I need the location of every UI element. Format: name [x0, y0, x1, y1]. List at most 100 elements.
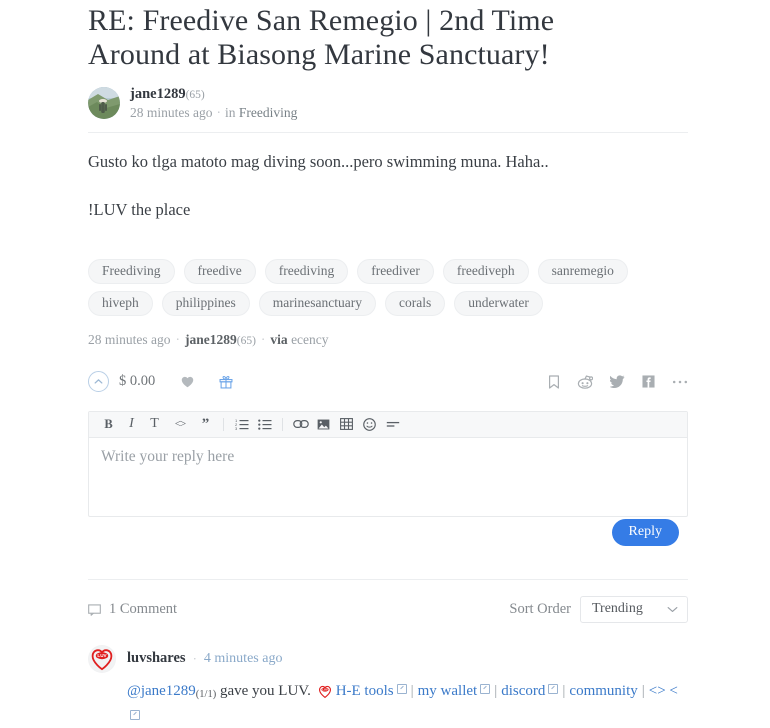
reddit-glyph [577, 375, 593, 389]
comment-link-discord[interactable]: discord [501, 683, 545, 699]
toolbar-divider [282, 417, 283, 431]
chevron-down-glyph [667, 606, 678, 612]
luv-heart-icon: LUV [89, 645, 115, 672]
in-label: in [225, 104, 236, 120]
facebook-icon[interactable] [642, 375, 655, 388]
comment-link-my-wallet[interactable]: my wallet [418, 683, 478, 699]
twitter-icon[interactable] [610, 375, 625, 389]
unordered-list-icon[interactable] [253, 413, 276, 436]
bold-icon[interactable]: B [97, 413, 120, 436]
reply-editor: B I T <> ” 1 2 3 Write your reply here [88, 410, 688, 517]
tag-item[interactable]: hiveph [88, 290, 153, 316]
table-icon[interactable] [335, 413, 358, 436]
author-reputation: (65) [185, 89, 205, 101]
via-app[interactable]: ecency [291, 332, 328, 347]
link-separator: | [562, 682, 566, 699]
code-icon[interactable]: <> [166, 413, 194, 436]
author-meta: jane1289(65) 28 minutes ago · in Freedivin… [130, 86, 297, 120]
post-footer-reputation: (65) [236, 334, 256, 347]
toolbar-divider [223, 417, 224, 431]
page-title: RE: Freedive San Remegio | 2nd Time Arou… [88, 4, 555, 71]
italic-icon[interactable]: I [120, 413, 143, 436]
editor-toolbar: B I T <> ” 1 2 3 [89, 411, 687, 438]
bookmark-icon[interactable] [548, 375, 560, 389]
comment-author[interactable]: luvshares [127, 650, 186, 667]
comment-link-code[interactable]: <> [649, 683, 666, 699]
sort-order-control: Sort Order Trending [509, 596, 688, 624]
sort-order-value: Trending [592, 601, 643, 617]
reply-placeholder: Write your reply here [101, 447, 235, 465]
comment-text: gave you LUV. [216, 682, 311, 699]
gift-icon[interactable] [219, 375, 233, 389]
tag-item[interactable]: freedive [183, 258, 256, 284]
tag-item[interactable]: marinesanctuary [258, 290, 376, 316]
avatar[interactable]: LUV [88, 644, 116, 673]
external-link-icon [130, 709, 140, 720]
sort-order-select[interactable]: Trending [580, 596, 688, 624]
post-body: Gusto ko tlga matoto mag diving soon...p… [88, 150, 688, 223]
chevron-up-circle-icon[interactable] [88, 371, 109, 393]
link-separator: | [410, 682, 414, 699]
more-icon[interactable] [672, 379, 688, 385]
quote-icon[interactable]: ” [194, 413, 217, 436]
comment-link-less-than[interactable]: < [669, 683, 677, 699]
post-footer-author[interactable]: jane1289 [185, 332, 237, 347]
comment-link-he-tools[interactable]: H-E tools [336, 683, 394, 699]
tag-item[interactable]: Freediving [88, 258, 175, 284]
community-link[interactable]: Freediving [239, 105, 298, 120]
author-name[interactable]: jane1289 [130, 86, 186, 102]
bookmark-glyph [549, 375, 559, 389]
payout-value[interactable]: $ 0.00 [119, 373, 155, 390]
meta-separator: · [175, 331, 181, 347]
meta-separator: · [192, 650, 197, 666]
comment-bubble-icon [88, 604, 101, 616]
reply-textarea[interactable]: Write your reply here [89, 438, 687, 516]
post-paragraph: Gusto ko tlga matoto mag diving soon...p… [88, 152, 549, 172]
external-link-icon [480, 683, 491, 694]
post-container: RE: Freedive San Remegio | 2nd Time Arou… [88, 0, 688, 728]
image-icon[interactable] [312, 413, 335, 436]
tag-item[interactable]: freediving [264, 258, 349, 284]
tag-item[interactable]: underwater [454, 290, 543, 316]
comment-mention[interactable]: @jane1289 [127, 683, 196, 699]
comment-body: @jane1289(1/1) gave you LUV. LUV H-E too… [127, 680, 679, 728]
comment-timestamp: 4 minutes ago [203, 650, 283, 666]
comment-link-community[interactable]: community [569, 683, 637, 699]
link-icon[interactable] [289, 413, 312, 436]
tag-item[interactable]: freediveph [442, 258, 529, 284]
divider-glyph [386, 422, 399, 427]
tag-item[interactable]: corals [384, 290, 446, 316]
avatar[interactable] [88, 87, 120, 120]
text-style-icon[interactable]: T [143, 413, 166, 436]
sort-order-label: Sort Order [509, 601, 571, 618]
divider-icon[interactable] [381, 413, 404, 436]
image-glyph [317, 419, 330, 430]
emoji-icon[interactable] [358, 413, 381, 436]
svg-text:3: 3 [235, 426, 238, 430]
post-action-bar: $ 0.00 [88, 370, 688, 394]
more-dots-glyph [672, 380, 688, 383]
heart-icon[interactable] [181, 376, 194, 388]
reply-actions-row: Reply [88, 517, 688, 557]
tag-item[interactable]: sanremegio [537, 258, 628, 284]
reddit-icon[interactable] [577, 375, 593, 389]
link-glyph [292, 420, 309, 429]
post-timestamp-line: 28 minutes ago · in Freediving [130, 105, 297, 121]
luv-heart-glyph: LUV [318, 685, 331, 698]
meta-separator: · [260, 331, 266, 347]
unordered-list-glyph [257, 419, 271, 430]
avatar-photo [88, 87, 120, 120]
post-footer-meta: 28 minutes ago · jane1289(65) · via ecency [88, 332, 688, 348]
link-separator: | [494, 682, 498, 699]
svg-text:LUV: LUV [97, 653, 107, 658]
ordered-list-icon[interactable]: 1 2 3 [230, 413, 253, 436]
action-bar-share [548, 375, 688, 389]
reply-button[interactable]: Reply [611, 518, 679, 546]
tag-item[interactable]: freediver [357, 258, 434, 284]
comment-item: LUV luvshares · 4 minutes ago @jane1289(… [88, 644, 688, 728]
tag-item[interactable]: philippines [161, 290, 250, 316]
emoji-glyph [363, 417, 376, 431]
post-author-row: jane1289(65) 28 minutes ago · in Freedivin… [88, 86, 688, 120]
comment-count-label: 1 Comment [109, 601, 178, 618]
via-label: via [270, 331, 288, 347]
